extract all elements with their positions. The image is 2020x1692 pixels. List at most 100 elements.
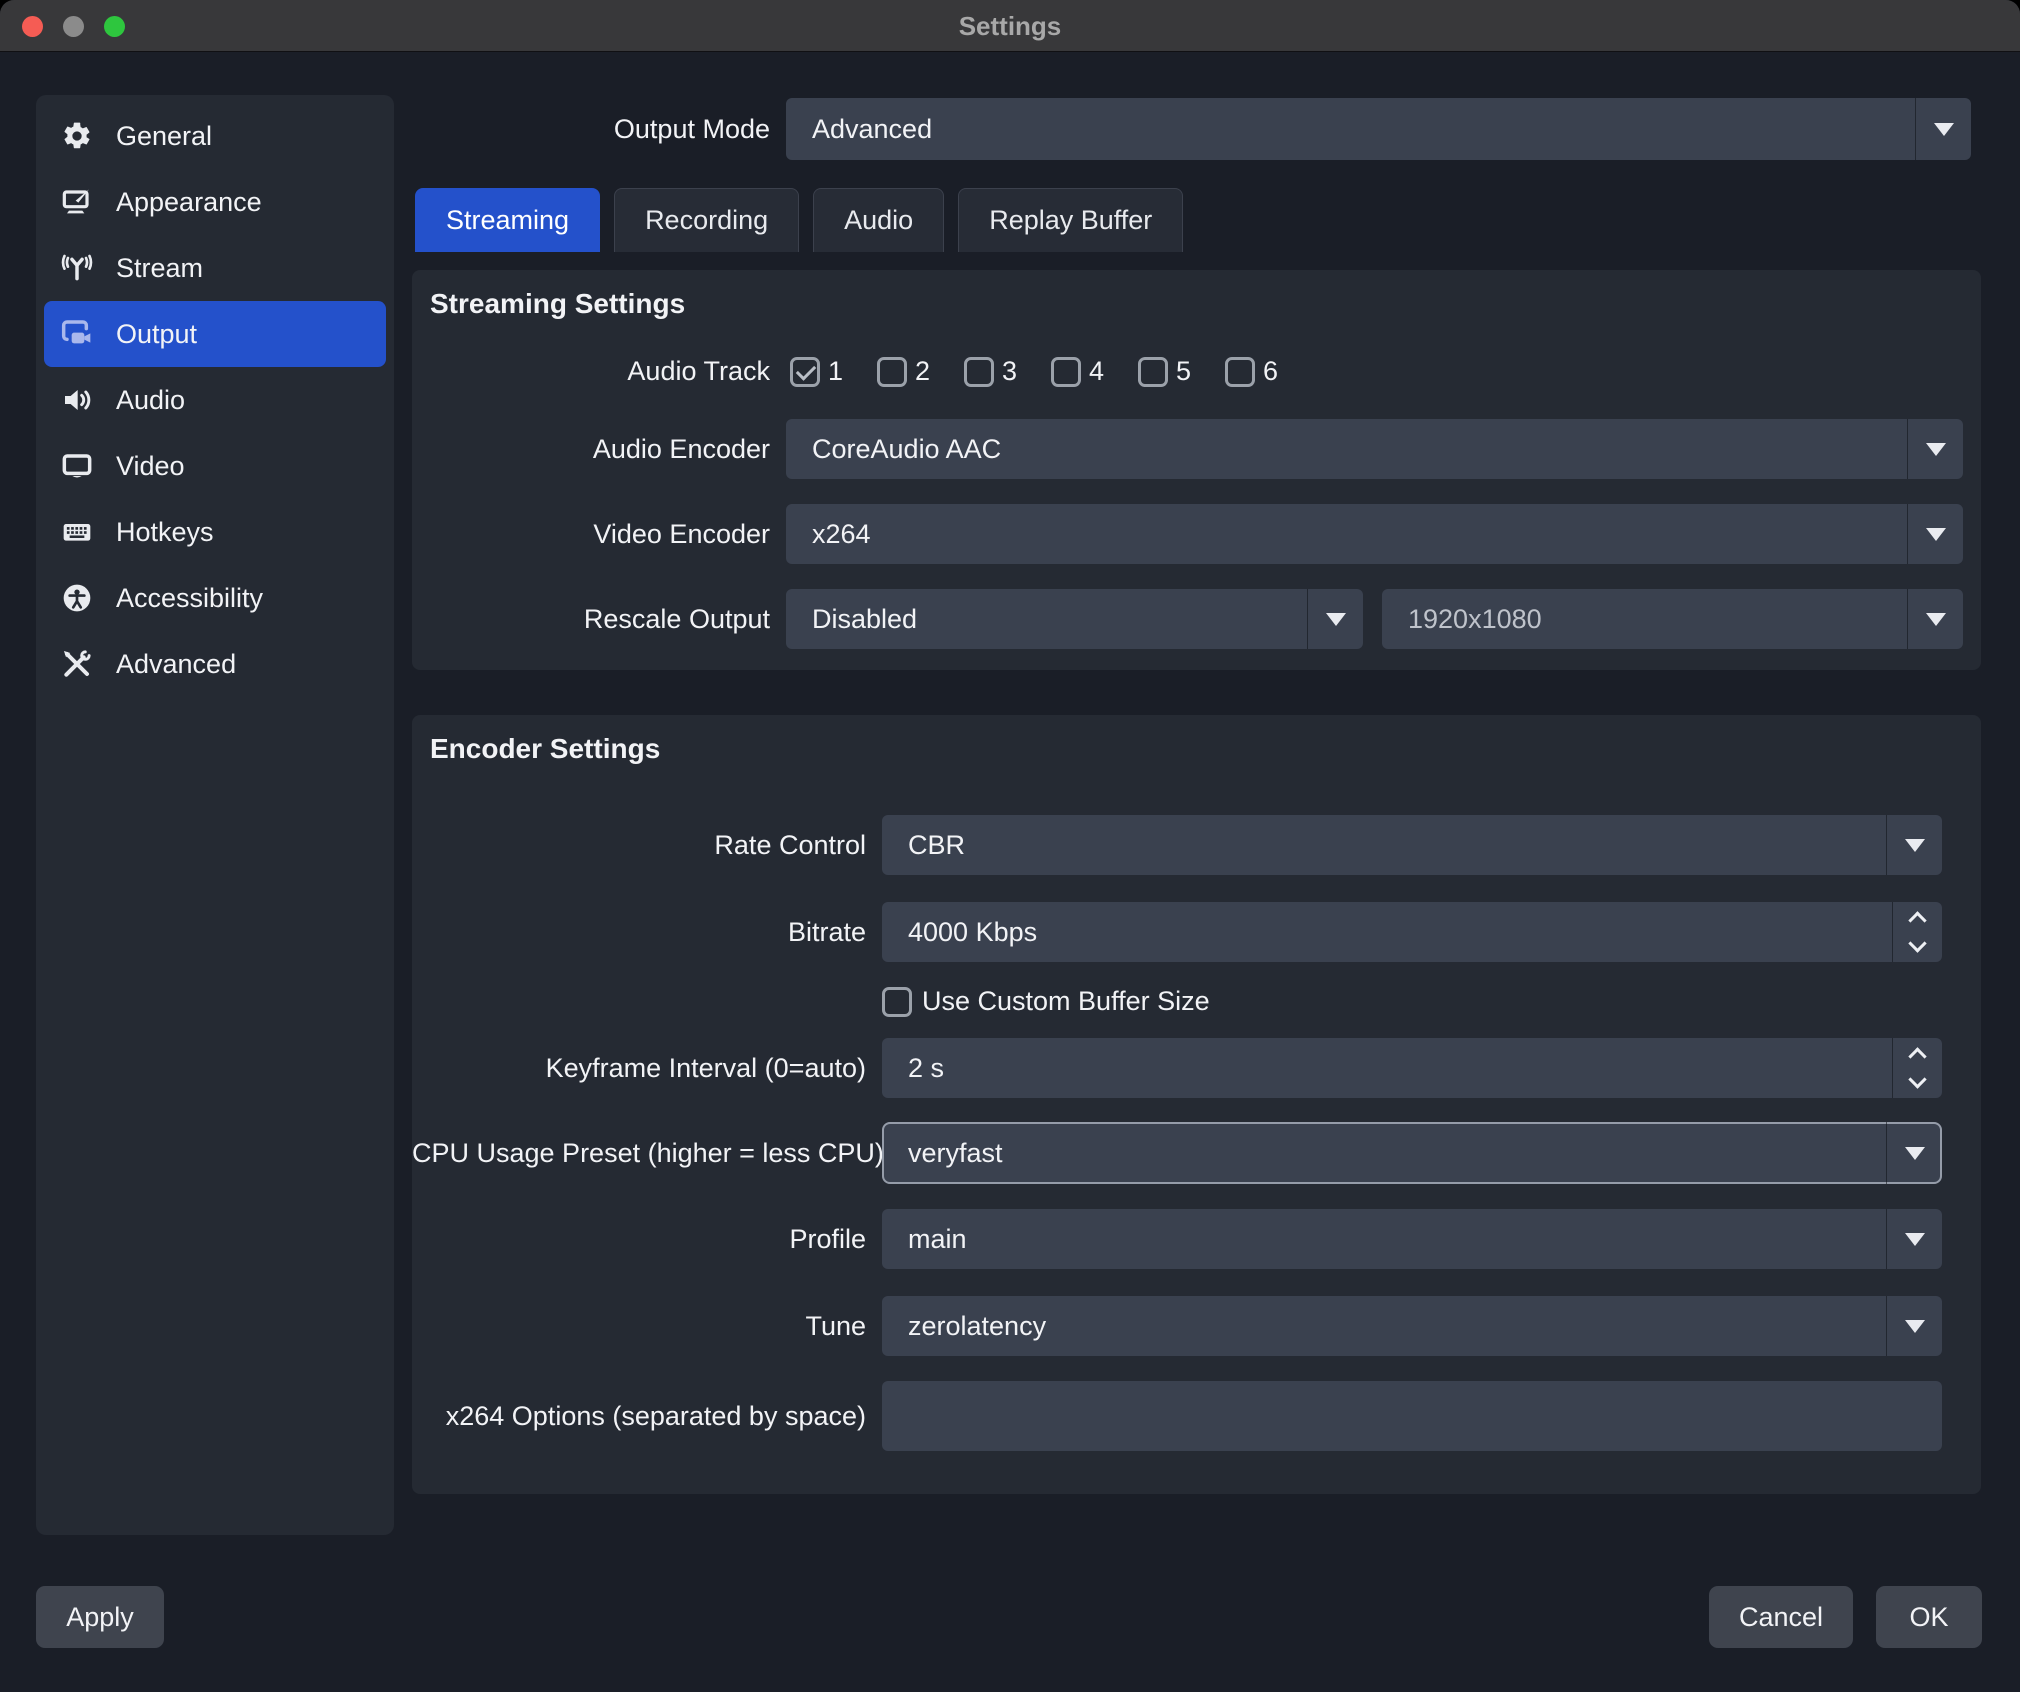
audio-encoder-select[interactable]: CoreAudio AAC: [786, 419, 1963, 479]
tab-label: Replay Buffer: [989, 205, 1152, 236]
encoder-settings-title: Encoder Settings: [430, 733, 660, 765]
video-encoder-select[interactable]: x264: [786, 504, 1963, 564]
sidebar-item-label: Audio: [116, 385, 185, 416]
sidebar-item-label: Advanced: [116, 649, 236, 680]
checkbox-icon[interactable]: [1138, 357, 1168, 387]
audio-encoder-value: CoreAudio AAC: [812, 419, 1001, 479]
output-icon: [60, 317, 94, 351]
output-mode-label: Output Mode: [412, 98, 770, 160]
sidebar-item-label: General: [116, 121, 212, 152]
sidebar-item-label: Stream: [116, 253, 203, 284]
video-encoder-label: Video Encoder: [412, 504, 770, 564]
profile-select[interactable]: main: [882, 1209, 1942, 1269]
tab-recording[interactable]: Recording: [614, 188, 799, 252]
tab-label: Streaming: [446, 205, 569, 236]
sidebar-item-label: Video: [116, 451, 185, 482]
titlebar: Settings: [0, 0, 2020, 52]
checkbox-icon[interactable]: [1225, 357, 1255, 387]
rate-control-label: Rate Control: [412, 815, 866, 875]
sidebar-item-output[interactable]: Output: [44, 301, 386, 367]
keyboard-icon: [60, 515, 94, 549]
audio-track-group: 1 2 3 4 5 6: [790, 356, 1312, 387]
audio-track-5[interactable]: 5: [1138, 356, 1225, 387]
rescale-output-select[interactable]: Disabled: [786, 589, 1363, 649]
spin-down-button[interactable]: [1893, 1068, 1942, 1098]
sidebar-item-label: Accessibility: [116, 583, 263, 614]
ok-button[interactable]: OK: [1876, 1586, 1982, 1648]
spin-up-button[interactable]: [1893, 1038, 1942, 1068]
monitor-icon: [60, 449, 94, 483]
chevron-down-icon: [1926, 443, 1946, 456]
antenna-icon: [60, 251, 94, 285]
sidebar-item-hotkeys[interactable]: Hotkeys: [44, 499, 386, 565]
gear-icon: [60, 119, 94, 153]
settings-window: Settings General Appearance Stream: [0, 0, 2020, 1692]
speaker-icon: [60, 383, 94, 417]
sidebar-item-general[interactable]: General: [44, 103, 386, 169]
chevron-down-icon: [1926, 613, 1946, 626]
sidebar-item-label: Hotkeys: [116, 517, 214, 548]
spin-down-button[interactable]: [1893, 932, 1942, 962]
x264-options-label: x264 Options (separated by space): [412, 1381, 866, 1451]
ok-label: OK: [1909, 1602, 1948, 1633]
keyframe-interval-label: Keyframe Interval (0=auto): [412, 1038, 866, 1098]
checkbox-icon[interactable]: [1051, 357, 1081, 387]
chevron-down-icon: [1905, 1320, 1925, 1333]
keyframe-interval-input[interactable]: 2 s: [882, 1038, 1942, 1098]
tab-audio[interactable]: Audio: [813, 188, 944, 252]
tune-select[interactable]: zerolatency: [882, 1296, 1942, 1356]
sidebar-item-accessibility[interactable]: Accessibility: [44, 565, 386, 631]
encoder-settings-panel: Encoder Settings Rate Control CBR Bitrat…: [412, 715, 1981, 1494]
sidebar-item-label: Output: [116, 319, 197, 350]
tools-icon: [60, 647, 94, 681]
sidebar-item-advanced[interactable]: Advanced: [44, 631, 386, 697]
bitrate-value: 4000 Kbps: [908, 902, 1037, 962]
use-custom-buffer-label: Use Custom Buffer Size: [922, 986, 1210, 1017]
output-mode-select[interactable]: Advanced: [786, 98, 1971, 160]
chevron-down-icon: [1905, 1233, 1925, 1246]
output-tabs: Streaming Recording Audio Replay Buffer: [415, 188, 1183, 252]
tab-label: Recording: [645, 205, 768, 236]
sidebar-item-video[interactable]: Video: [44, 433, 386, 499]
tune-value: zerolatency: [908, 1296, 1046, 1356]
audio-track-label: Audio Track: [412, 356, 770, 386]
rescale-resolution-select[interactable]: 1920x1080: [1382, 589, 1963, 649]
checkbox-icon[interactable]: [882, 987, 912, 1017]
audio-track-1[interactable]: 1: [790, 356, 877, 387]
rate-control-select[interactable]: CBR: [882, 815, 1942, 875]
apply-button[interactable]: Apply: [36, 1586, 164, 1648]
cancel-button[interactable]: Cancel: [1709, 1586, 1853, 1648]
checkbox-icon[interactable]: [790, 357, 820, 387]
audio-track-3[interactable]: 3: [964, 356, 1051, 387]
tab-replay-buffer[interactable]: Replay Buffer: [958, 188, 1183, 252]
chevron-down-icon: [1905, 839, 1925, 852]
tab-streaming[interactable]: Streaming: [415, 188, 600, 252]
streaming-settings-title: Streaming Settings: [430, 288, 685, 320]
x264-options-input[interactable]: [882, 1381, 1942, 1451]
apply-label: Apply: [66, 1602, 134, 1633]
audio-track-6[interactable]: 6: [1225, 356, 1312, 387]
tune-label: Tune: [412, 1296, 866, 1356]
sidebar-item-stream[interactable]: Stream: [44, 235, 386, 301]
use-custom-buffer-checkbox[interactable]: Use Custom Buffer Size: [882, 986, 1210, 1017]
bitrate-label: Bitrate: [412, 902, 866, 962]
bitrate-input[interactable]: 4000 Kbps: [882, 902, 1942, 962]
audio-track-4[interactable]: 4: [1051, 356, 1138, 387]
chevron-down-icon: [1926, 528, 1946, 541]
video-encoder-value: x264: [812, 504, 871, 564]
sidebar-item-appearance[interactable]: Appearance: [44, 169, 386, 235]
streaming-settings-panel: Streaming Settings Audio Track 1 2 3 4 5…: [412, 270, 1981, 670]
sidebar-item-audio[interactable]: Audio: [44, 367, 386, 433]
checkbox-icon[interactable]: [877, 357, 907, 387]
accessibility-icon: [60, 581, 94, 615]
tab-label: Audio: [844, 205, 913, 236]
checkbox-icon[interactable]: [964, 357, 994, 387]
audio-track-2[interactable]: 2: [877, 356, 964, 387]
cpu-preset-value: veryfast: [908, 1122, 1003, 1184]
cpu-preset-label: CPU Usage Preset (higher = less CPU): [412, 1122, 866, 1184]
cpu-preset-select[interactable]: veryfast: [882, 1122, 1942, 1184]
chevron-down-icon: [1326, 613, 1346, 626]
sidebar: General Appearance Stream Output Audio: [36, 95, 394, 1535]
chevron-down-icon: [1934, 123, 1954, 136]
spin-up-button[interactable]: [1893, 902, 1942, 932]
